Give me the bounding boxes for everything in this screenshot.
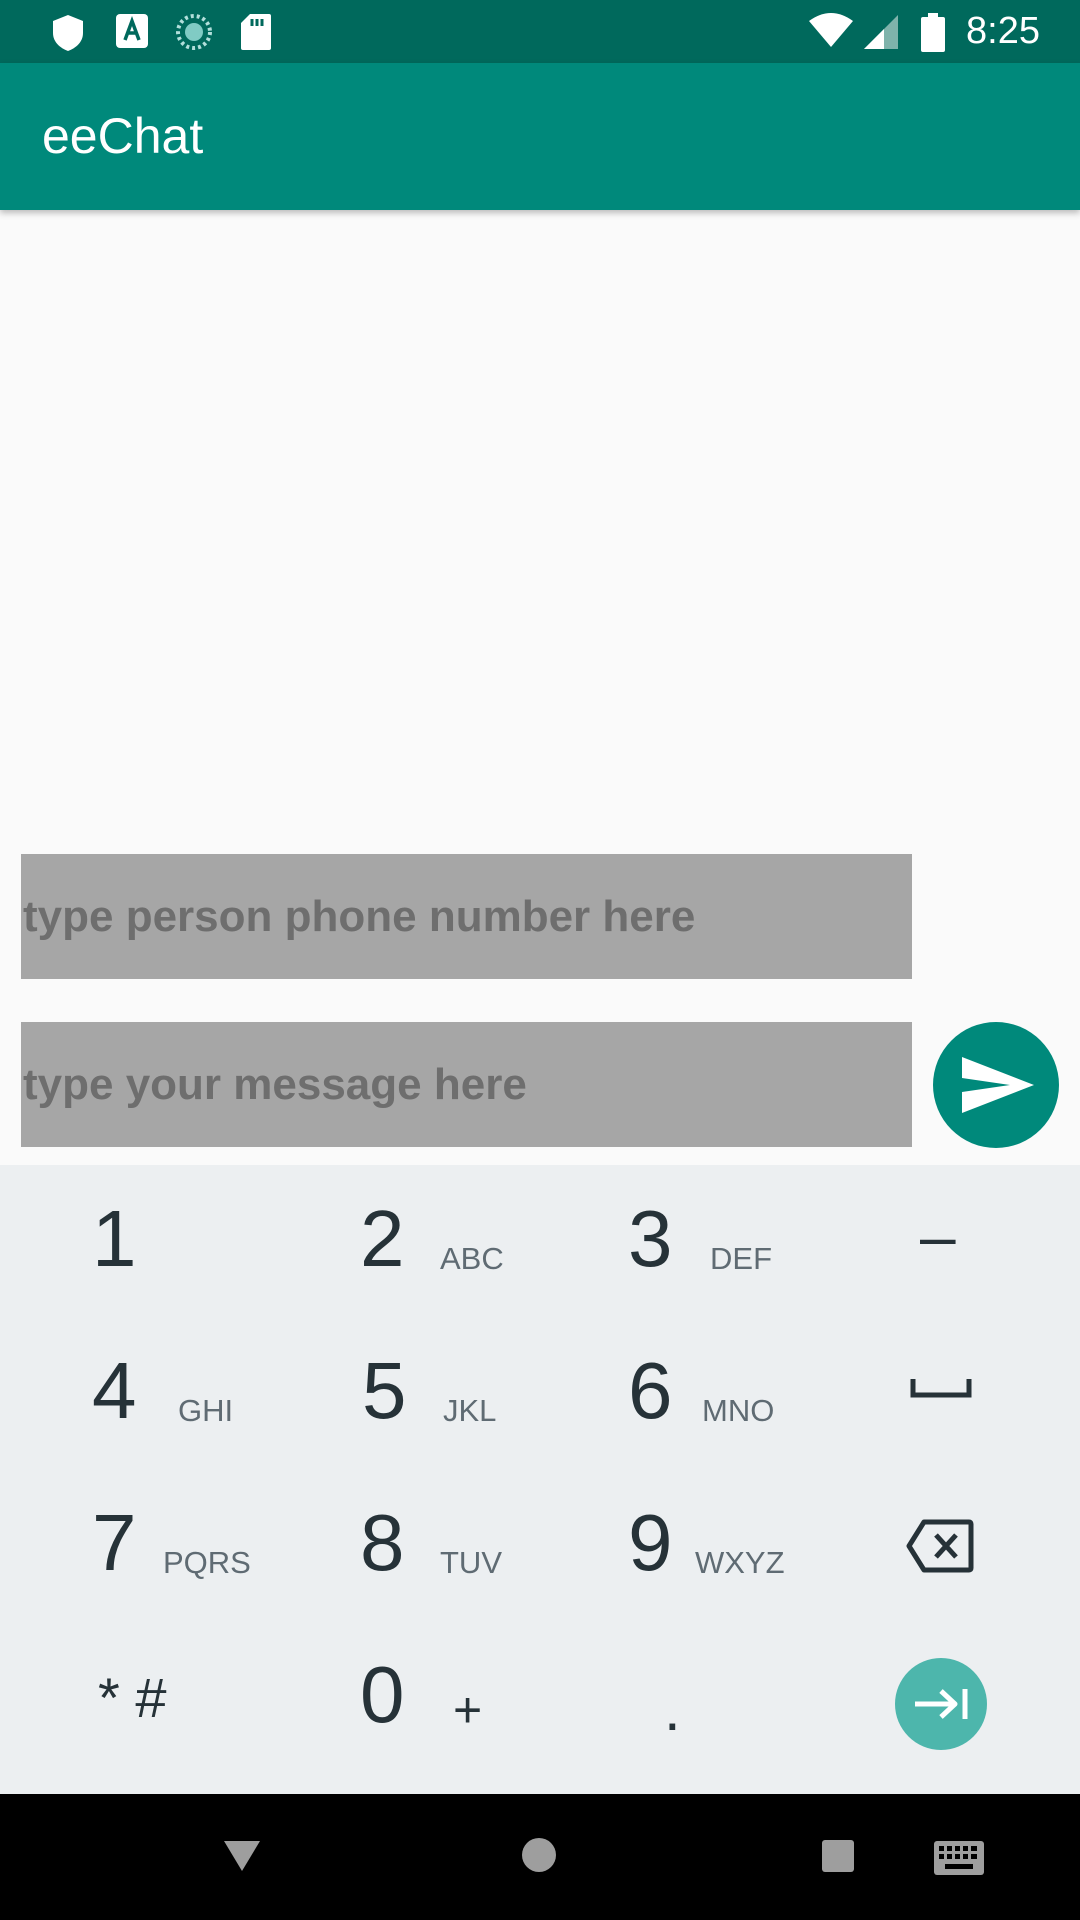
key-1[interactable]: 1 bbox=[0, 1165, 270, 1317]
font-a-icon bbox=[115, 13, 151, 49]
key-digit: 6 bbox=[628, 1346, 673, 1435]
keyboard-switch-icon[interactable] bbox=[933, 1840, 985, 1881]
home-icon[interactable] bbox=[521, 1837, 557, 1878]
sd-card-icon bbox=[240, 13, 276, 50]
key-9[interactable]: 9 WXYZ bbox=[540, 1469, 810, 1621]
key-dot[interactable]: . bbox=[540, 1621, 810, 1773]
navigation-bar bbox=[0, 1794, 1080, 1920]
battery-icon bbox=[920, 13, 946, 52]
sync-icon bbox=[175, 13, 212, 50]
screen: 8:25 eeChat 1 2 ABC 3 DEF – bbox=[0, 0, 1080, 1920]
key-dash[interactable]: – bbox=[810, 1165, 1080, 1317]
phone-number-input[interactable] bbox=[21, 854, 912, 979]
clock-time: 8:25 bbox=[966, 10, 1040, 52]
dash-symbol: – bbox=[920, 1200, 956, 1272]
space-icon bbox=[910, 1379, 972, 1398]
key-backspace[interactable] bbox=[810, 1469, 1080, 1621]
tab-next-icon bbox=[915, 1689, 968, 1719]
key-letters: WXYZ bbox=[695, 1545, 785, 1580]
key-letters: PQRS bbox=[163, 1545, 251, 1580]
key-8[interactable]: 8 TUV bbox=[270, 1469, 540, 1621]
key-letters: TUV bbox=[440, 1545, 502, 1580]
send-button[interactable] bbox=[933, 1022, 1059, 1148]
dot-symbol: . bbox=[664, 1676, 681, 1743]
key-digit: 1 bbox=[92, 1194, 137, 1283]
key-letters: JKL bbox=[443, 1393, 497, 1428]
key-digit: 5 bbox=[362, 1346, 407, 1435]
key-digit: 7 bbox=[92, 1498, 137, 1587]
key-digit: 2 bbox=[360, 1194, 405, 1283]
key-star-hash[interactable]: * # bbox=[0, 1621, 270, 1773]
key-5[interactable]: 5 JKL bbox=[270, 1317, 540, 1469]
key-digit: 3 bbox=[628, 1194, 673, 1283]
key-4[interactable]: 4 GHI bbox=[0, 1317, 270, 1469]
wifi-icon bbox=[808, 13, 854, 49]
signal-icon bbox=[862, 13, 898, 49]
key-0[interactable]: 0 + bbox=[270, 1621, 540, 1773]
key-letters: MNO bbox=[702, 1393, 775, 1428]
key-6[interactable]: 6 MNO bbox=[540, 1317, 810, 1469]
key-letters: GHI bbox=[178, 1393, 234, 1428]
status-bar: 8:25 bbox=[0, 0, 1080, 63]
star-hash-symbol: * # bbox=[98, 1666, 167, 1729]
key-7[interactable]: 7 PQRS bbox=[0, 1469, 270, 1621]
app-title: eeChat bbox=[42, 108, 204, 164]
key-letters: DEF bbox=[710, 1241, 772, 1276]
backspace-icon bbox=[906, 1519, 974, 1573]
key-digit: 9 bbox=[628, 1498, 673, 1587]
chat-content bbox=[0, 210, 1080, 1165]
message-input[interactable] bbox=[21, 1022, 912, 1147]
key-plus: + bbox=[453, 1682, 483, 1738]
key-digit: 8 bbox=[360, 1498, 405, 1587]
key-3[interactable]: 3 DEF bbox=[540, 1165, 810, 1317]
send-icon bbox=[962, 1057, 1034, 1113]
key-letters: ABC bbox=[440, 1241, 504, 1276]
key-space[interactable] bbox=[810, 1317, 1080, 1469]
back-icon[interactable] bbox=[222, 1838, 262, 1879]
key-digit: 0 bbox=[360, 1650, 405, 1739]
recents-icon[interactable] bbox=[821, 1839, 855, 1878]
key-digit: 4 bbox=[92, 1346, 137, 1435]
tab-next-button[interactable] bbox=[895, 1658, 987, 1750]
app-bar: eeChat bbox=[0, 63, 1080, 210]
key-2[interactable]: 2 ABC bbox=[270, 1165, 540, 1317]
shield-icon bbox=[50, 13, 86, 51]
